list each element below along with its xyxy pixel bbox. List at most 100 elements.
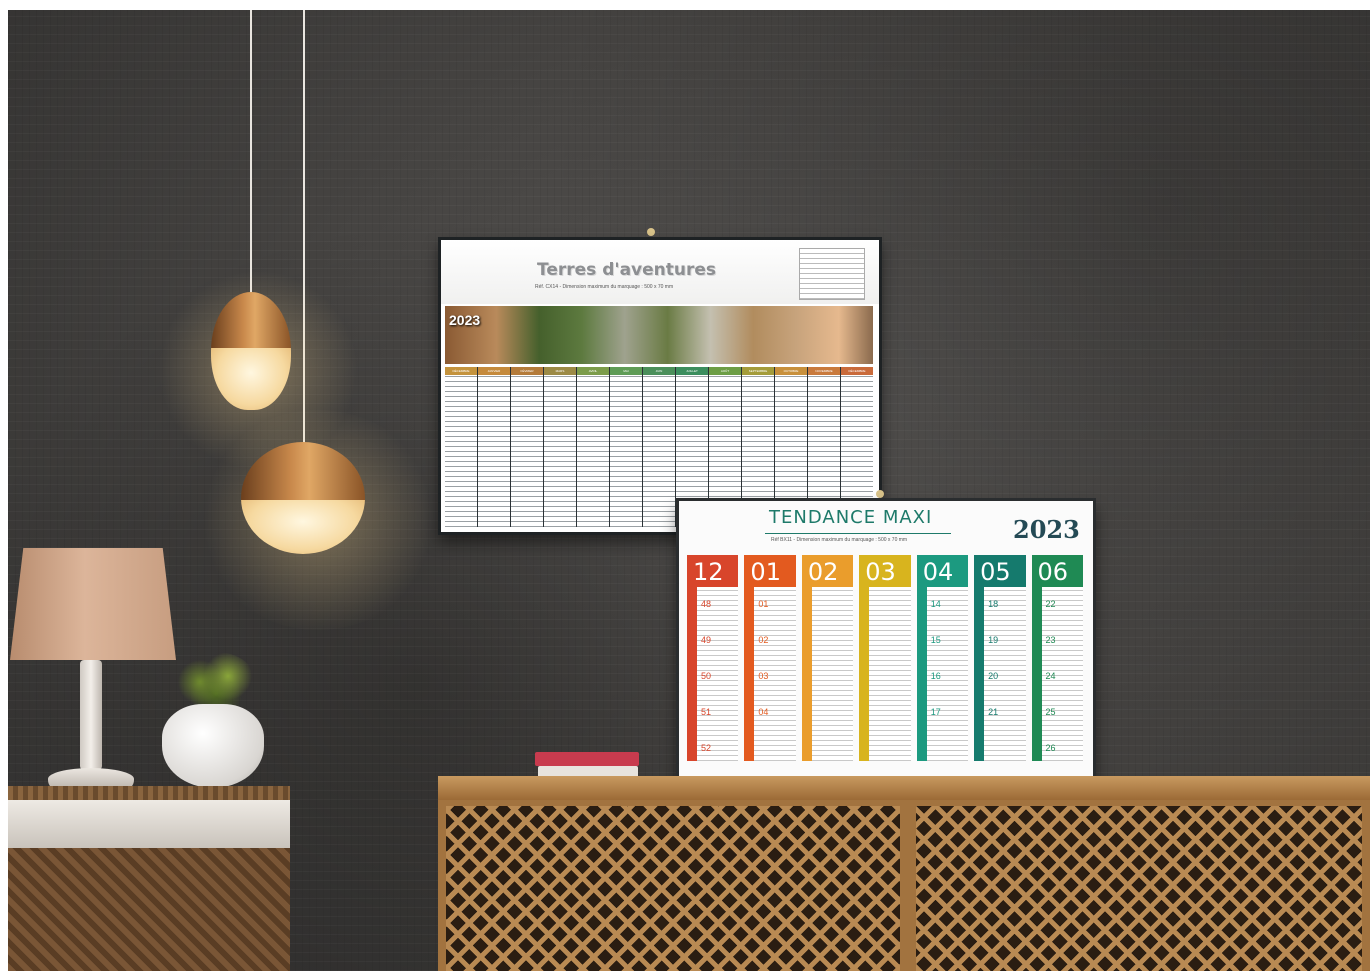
week-number: 50 [701,671,712,681]
calendar-reference: Réf. CX14 - Dimension maximum du marquag… [535,284,674,290]
color-strip [687,587,697,761]
week-number: 23 [1045,635,1056,645]
color-strip [974,587,985,761]
month-days [445,375,477,527]
month-column: AVRIL [577,367,609,527]
month-days: 48 49 50 51 52 [687,587,739,761]
week-number: 17 [930,707,941,717]
month-number: 02 [801,555,854,587]
standing-calendar-trend: TENDANCE MAXI Réf BX11 - Dimension maxim… [676,498,1096,780]
wall-calendar-landscape: Terres d'aventures Réf. CX14 - Dimension… [438,237,882,535]
potted-plant [176,652,256,712]
table-lamp-shade [10,548,176,660]
month-header: DÉCEMBRE [841,367,873,375]
month-column: 01 01 02 03 04 [744,555,796,761]
lamp-cord-left [250,10,252,302]
month-column: 03 [859,555,911,761]
month-header: DÉCEMBRE [445,367,477,375]
month-number: 05 [974,555,1026,587]
week-number: 22 [1045,599,1056,609]
color-strip [744,587,755,761]
month-column: JANVIER [478,367,510,527]
lattice-panel-left [446,806,900,971]
month-header: JUIN [643,367,675,375]
month-header: FÉVRIER [511,367,543,375]
month-days: 22 23 24 25 26 [1031,587,1083,761]
color-strip [859,587,870,761]
month-column: DÉCEMBRE [445,367,477,527]
month-header: JANVIER [478,367,510,375]
color-strip [801,587,812,761]
photo-banner [445,306,873,364]
calendar-hook [647,228,655,236]
month-column: 04 14 15 16 17 [916,555,969,761]
calendar-title: Terres d'aventures [537,260,717,280]
week-number: 03 [758,671,769,681]
month-header: AOÛT [709,367,741,375]
book-top [535,752,639,766]
week-number: 49 [701,635,712,645]
month-header: NOVEMBRE [808,367,840,375]
month-days: 14 15 16 17 [916,587,969,761]
lattice-panel-right [916,806,1362,971]
week-number: 48 [701,599,712,609]
week-number: 01 [758,599,769,609]
month-column: 06 22 23 24 25 26 [1031,555,1083,761]
month-days [478,375,510,527]
month-number: 12 [687,555,739,587]
week-number: 51 [701,707,712,717]
month-header: MAI [610,367,642,375]
calendar-hook [876,490,884,498]
pendant-lamp-large [241,442,365,554]
week-number: 24 [1045,671,1056,681]
month-columns: 12 48 49 50 51 52 01 01 02 03 04 02 03 04 14 15 16 17 05 18… [687,555,1083,761]
month-header: OCTOBRE [775,367,807,375]
month-header: MARS [544,367,576,375]
title-underline [765,533,951,534]
calendar-reference: Réf BX11 - Dimension maximum du marquage… [771,537,908,543]
month-days [544,375,576,527]
month-days [610,375,642,527]
month-number: 03 [859,555,911,587]
calendar-year: 2023 [449,312,481,328]
week-number: 18 [988,599,999,609]
month-column: 02 [801,555,854,761]
week-number: 20 [988,671,999,681]
photo-scene: Terres d'aventures Réf. CX14 - Dimension… [8,10,1370,971]
month-column: FÉVRIER [511,367,543,527]
week-number: 15 [930,635,941,645]
month-column: 05 18 19 20 21 [974,555,1026,761]
month-header: SEPTEMBRE [742,367,774,375]
wooden-sideboard [438,776,1370,971]
month-column: MAI [610,367,642,527]
week-number: 25 [1045,707,1056,717]
month-days: 01 02 03 04 [744,587,796,761]
sideboard-top [438,776,1370,800]
table-lamp-stem [80,660,102,770]
month-header: JUILLET [676,367,708,375]
plant-pot [162,704,264,788]
month-days: 18 19 20 21 [974,587,1026,761]
week-number: 02 [758,635,769,645]
week-number: 21 [988,707,999,717]
month-column: JUIN [643,367,675,527]
calendar-title: TENDANCE MAXI [769,507,933,528]
month-days [801,587,854,761]
month-days [859,587,911,761]
pendant-lamp-small [211,292,291,410]
week-number: 19 [988,635,999,645]
basket-cloth [8,800,290,848]
month-days [643,375,675,527]
month-days [511,375,543,527]
month-header: AVRIL [577,367,609,375]
month-column: 12 48 49 50 51 52 [687,555,739,761]
color-strip [916,587,927,761]
color-strip [1031,587,1042,761]
month-column: MARS [544,367,576,527]
calendar-year: 2023 [1013,515,1080,544]
week-number: 14 [930,599,941,609]
week-number: 04 [758,707,769,717]
week-number: 52 [701,743,712,753]
calendar-info-box [799,248,865,300]
month-days [577,375,609,527]
